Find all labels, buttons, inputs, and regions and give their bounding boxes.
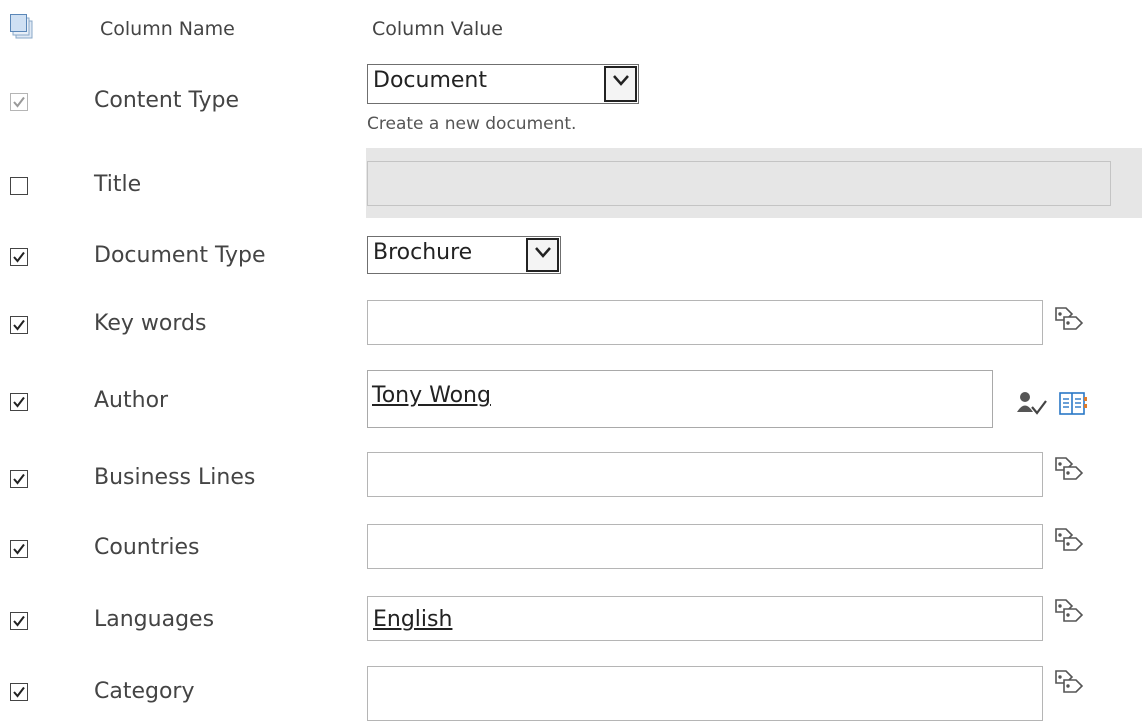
- document-type-value: Brochure: [373, 240, 473, 265]
- business-lines-input[interactable]: [367, 452, 1043, 497]
- tag-browse-icon[interactable]: [1052, 597, 1088, 627]
- title-input: [367, 161, 1111, 206]
- select-all-icon[interactable]: [10, 14, 34, 40]
- column-value-header: Column Value: [372, 18, 503, 40]
- countries-input[interactable]: [367, 524, 1043, 569]
- document-type-label: Document Type: [94, 243, 266, 268]
- tag-browse-icon[interactable]: [1052, 526, 1088, 556]
- content-type-value: Document: [373, 68, 487, 93]
- countries-checkbox[interactable]: [10, 540, 28, 558]
- languages-input[interactable]: English: [367, 596, 1043, 641]
- tag-browse-icon[interactable]: [1052, 305, 1088, 335]
- category-label: Category: [94, 679, 195, 704]
- languages-value[interactable]: English: [373, 607, 452, 632]
- chevron-down-icon[interactable]: [526, 238, 559, 272]
- tag-browse-icon[interactable]: [1052, 455, 1088, 485]
- author-value[interactable]: Tony Wong: [372, 383, 491, 408]
- content-type-checkbox: [10, 93, 28, 111]
- author-label: Author: [94, 388, 169, 413]
- author-input[interactable]: Tony Wong: [367, 370, 993, 428]
- author-checkbox[interactable]: [10, 393, 28, 411]
- content-type-hint: Create a new document.: [367, 114, 577, 134]
- column-name-header: Column Name: [100, 18, 235, 40]
- key-words-checkbox[interactable]: [10, 316, 28, 334]
- content-type-select[interactable]: Document: [367, 64, 639, 104]
- chevron-down-icon[interactable]: [604, 66, 637, 102]
- business-lines-checkbox[interactable]: [10, 470, 28, 488]
- category-checkbox[interactable]: [10, 683, 28, 701]
- tag-browse-icon[interactable]: [1052, 668, 1088, 698]
- countries-label: Countries: [94, 535, 200, 560]
- languages-checkbox[interactable]: [10, 612, 28, 630]
- title-label: Title: [94, 172, 142, 197]
- content-type-label: Content Type: [94, 88, 240, 113]
- address-book-icon[interactable]: [1058, 390, 1088, 418]
- category-input[interactable]: [367, 666, 1043, 721]
- key-words-input[interactable]: [367, 300, 1043, 345]
- languages-label: Languages: [94, 607, 215, 632]
- document-type-select[interactable]: Brochure: [367, 236, 561, 274]
- document-type-checkbox[interactable]: [10, 248, 28, 266]
- check-names-icon[interactable]: [1016, 389, 1048, 419]
- key-words-label: Key words: [94, 311, 207, 336]
- title-checkbox[interactable]: [10, 177, 28, 195]
- business-lines-label: Business Lines: [94, 465, 256, 490]
